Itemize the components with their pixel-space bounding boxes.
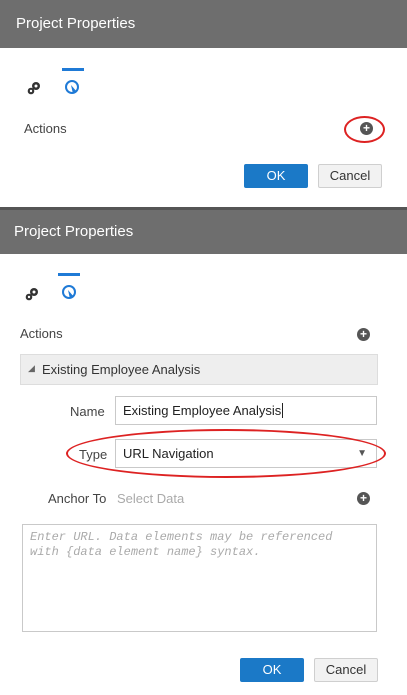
name-input-value: Existing Employee Analysis — [123, 403, 282, 418]
anchor-select[interactable]: Select Data — [117, 491, 184, 506]
gear-icon[interactable] — [24, 286, 40, 302]
cursor-icon[interactable] — [64, 79, 80, 95]
tab-active-indicator — [58, 273, 80, 276]
text-caret — [282, 403, 284, 418]
cancel-button[interactable]: Cancel — [314, 658, 378, 682]
url-textarea[interactable]: Enter URL. Data elements may be referenc… — [22, 524, 377, 632]
add-anchor-icon[interactable]: + — [357, 492, 370, 505]
gear-icon[interactable] — [26, 80, 42, 96]
name-input[interactable]: Existing Employee Analysis — [115, 396, 377, 425]
dialog-title: Project Properties — [16, 15, 136, 32]
dialog-title: Project Properties — [14, 223, 134, 240]
url-placeholder: Enter URL. Data elements may be referenc… — [30, 530, 333, 559]
anchor-to-label: Anchor To — [48, 491, 107, 506]
cancel-button[interactable]: Cancel — [318, 164, 382, 188]
actions-label: Actions — [20, 326, 63, 341]
ok-button[interactable]: OK — [240, 658, 304, 682]
panel-1: Project Properties Actions + OK Cancel — [0, 0, 407, 207]
highlight-ellipse — [66, 429, 386, 478]
action-section-header[interactable]: ◢ Existing Employee Analysis — [20, 354, 378, 385]
dialog-titlebar: Project Properties — [0, 210, 407, 254]
tab-active-indicator — [62, 68, 84, 71]
collapse-triangle-icon[interactable]: ◢ — [28, 363, 35, 374]
name-label: Name — [70, 404, 105, 419]
ok-button[interactable]: OK — [244, 164, 308, 188]
panel-2: Project Properties Actions + ◢ Existing … — [0, 210, 407, 695]
highlight-ellipse — [344, 116, 385, 143]
cursor-icon[interactable] — [61, 284, 77, 300]
dialog-titlebar: Project Properties — [0, 0, 407, 48]
actions-label: Actions — [24, 121, 67, 136]
action-section-title: Existing Employee Analysis — [42, 362, 201, 377]
add-action-icon[interactable]: + — [357, 328, 370, 341]
